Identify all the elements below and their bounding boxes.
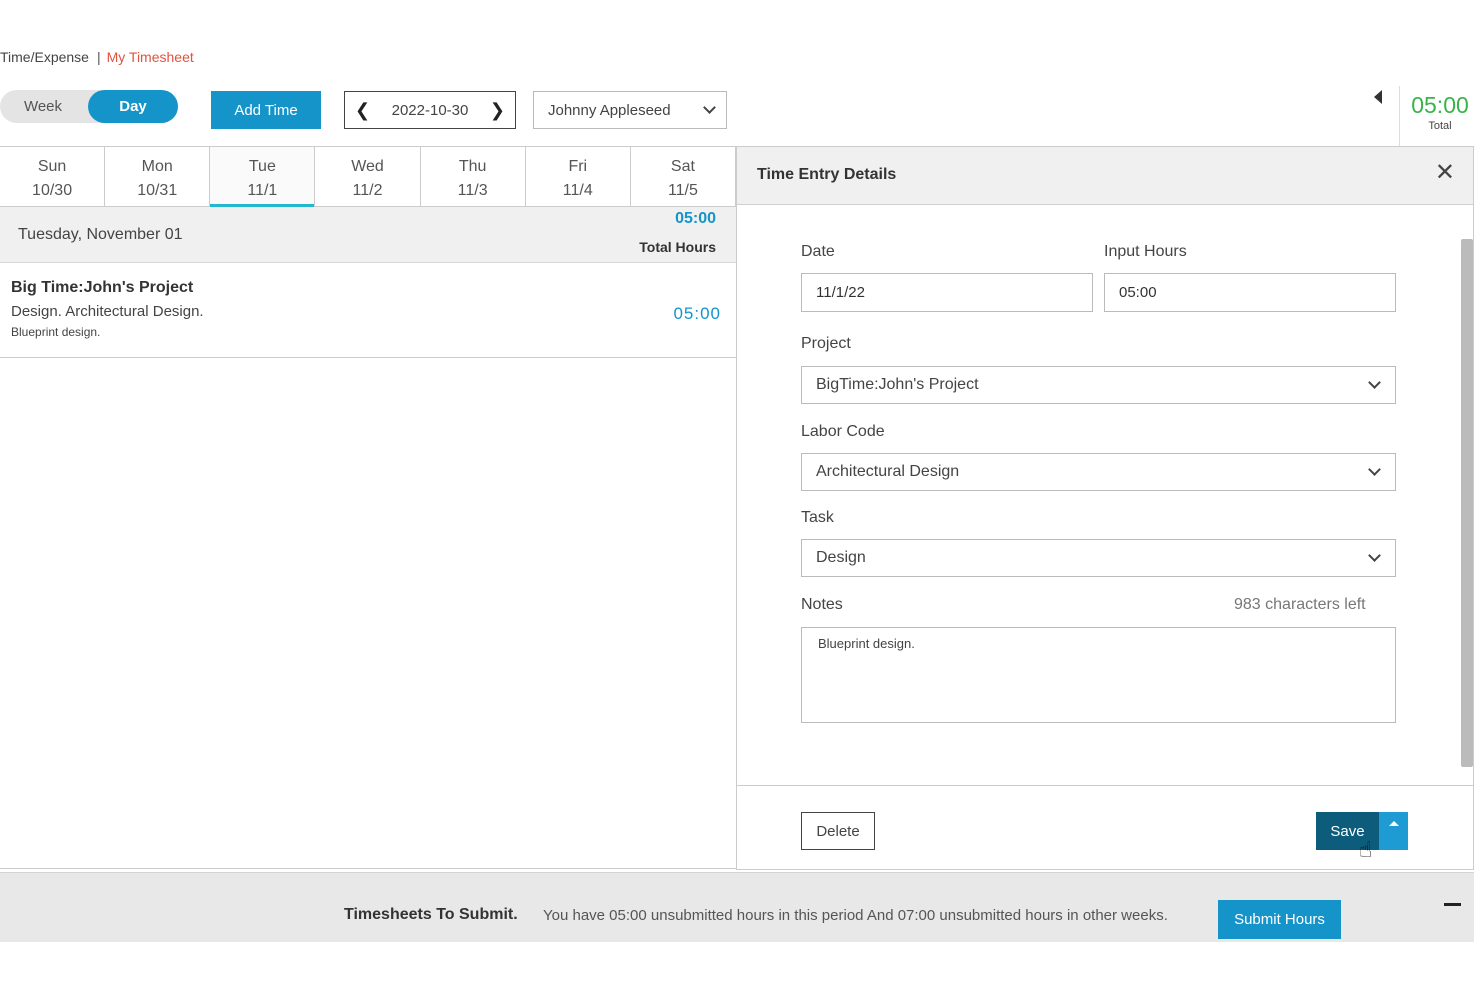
total-hours-value: 05:00 [1411, 92, 1469, 118]
day-date: 10/30 [32, 182, 73, 199]
day-date: 11/1 [247, 182, 278, 199]
entry-description: Design. Architectural Design. [11, 303, 204, 320]
minimize-icon[interactable] [1444, 903, 1461, 906]
panel-header: Time Entry Details ✕ [737, 147, 1473, 205]
submit-bar-label: Timesheets To Submit. [344, 906, 518, 923]
day-summary-date: Tuesday, November 01 [18, 226, 183, 243]
time-entry-details-panel: Time Entry Details ✕ Date 11/1/22 Input … [736, 146, 1474, 870]
chevron-down-icon [1368, 463, 1381, 476]
day-toggle-button[interactable]: Day [88, 90, 178, 123]
close-icon[interactable]: ✕ [1435, 161, 1455, 185]
collapse-left-icon[interactable] [1374, 90, 1382, 104]
task-select[interactable]: Design [801, 539, 1396, 577]
project-label: Project [801, 335, 851, 352]
panel-title: Time Entry Details [757, 166, 897, 183]
day-name: Sun [37, 158, 67, 175]
day-name: Tue [248, 158, 276, 175]
entry-project: Big Time:John's Project [11, 279, 194, 296]
day-tab-thu[interactable]: Thu 11/3 [421, 147, 526, 206]
chevron-down-icon [1368, 376, 1381, 389]
day-name: Thu [458, 158, 487, 175]
date-navigator: ❮ 2022-10-30 ❯ [344, 91, 516, 129]
submit-bar-message: You have 05:00 unsubmitted hours in this… [543, 907, 1168, 924]
day-total-hours: 05:00 [675, 210, 716, 227]
total-hours-summary: 05:00 Total [1399, 86, 1480, 146]
input-hours-label: Input Hours [1104, 243, 1187, 260]
user-select-value: Johnny Appleseed [548, 101, 671, 119]
hand-cursor-icon: ☝ [1359, 837, 1373, 862]
day-tab-wed[interactable]: Wed 11/2 [315, 147, 421, 206]
day-name: Sat [670, 158, 695, 175]
task-select-value: Design [816, 549, 866, 566]
day-tab-sat[interactable]: Sat 11/5 [631, 147, 736, 206]
day-date: 11/3 [457, 182, 488, 199]
day-date: 10/31 [137, 182, 178, 199]
day-tab-tue[interactable]: Tue 11/1 [210, 147, 316, 207]
panel-scrollbar[interactable] [1461, 239, 1473, 767]
panel-footer-divider [737, 785, 1473, 786]
submit-bar: Timesheets To Submit. You have 05:00 uns… [0, 872, 1474, 942]
day-tab-sun[interactable]: Sun 10/30 [0, 147, 106, 206]
task-label: Task [801, 509, 834, 526]
project-select-value: BigTime:John's Project [816, 376, 979, 393]
labor-code-select[interactable]: Architectural Design [801, 453, 1396, 491]
week-toggle-button[interactable]: Week [0, 90, 86, 123]
notes-textarea[interactable]: Blueprint design. [801, 627, 1396, 723]
labor-code-select-value: Architectural Design [816, 463, 960, 480]
notes-label: Notes [801, 596, 843, 613]
breadcrumb-current[interactable]: My Timesheet [107, 49, 194, 65]
week-days-strip: Sun 10/30 Mon 10/31 Tue 11/1 Wed 11/2 Thu 11/… [0, 146, 736, 207]
entry-note: Blueprint design. [11, 325, 101, 339]
breadcrumb-separator: | [96, 49, 101, 65]
chevron-left-icon[interactable]: ❮ [355, 100, 370, 121]
date-field[interactable]: 11/1/22 [801, 273, 1093, 312]
day-date: 11/2 [352, 182, 383, 199]
view-toggle: Week Day [0, 90, 178, 123]
day-tab-fri[interactable]: Fri 11/4 [526, 147, 631, 206]
breadcrumb: Time/Expense | My Timesheet [0, 49, 194, 65]
day-tab-mon[interactable]: Mon 10/31 [105, 147, 211, 206]
day-summary: Tuesday, November 01 05:00 Total Hours [0, 207, 736, 263]
current-date[interactable]: 2022-10-30 [392, 102, 469, 119]
total-hours-label: Total [1428, 120, 1452, 132]
delete-button[interactable]: Delete [801, 812, 875, 850]
input-hours-field[interactable]: 05:00 [1104, 273, 1396, 312]
submit-hours-button[interactable]: Submit Hours [1218, 900, 1341, 939]
day-date: 11/4 [562, 182, 593, 199]
day-date: 11/5 [667, 182, 698, 199]
day-name: Fri [568, 158, 588, 175]
labor-code-label: Labor Code [801, 423, 885, 440]
notes-chars-left: 983 characters left [1234, 596, 1366, 613]
day-name: Wed [351, 158, 384, 175]
chevron-right-icon[interactable]: ❯ [490, 100, 505, 121]
chevron-down-icon [703, 101, 716, 114]
save-options-caret-icon[interactable] [1379, 812, 1408, 850]
time-entry-row[interactable]: Big Time:John's Project Design. Architec… [0, 264, 736, 358]
project-select[interactable]: BigTime:John's Project [801, 366, 1396, 404]
day-name: Mon [141, 158, 173, 175]
date-label: Date [801, 243, 835, 260]
user-select[interactable]: Johnny Appleseed [533, 91, 727, 129]
day-total-hours-label: Total Hours [639, 239, 716, 255]
divider [0, 868, 736, 869]
add-time-button[interactable]: Add Time [211, 91, 321, 129]
breadcrumb-parent[interactable]: Time/Expense [0, 49, 89, 65]
chevron-down-icon [1368, 549, 1381, 562]
entry-hours: 05:00 [673, 304, 721, 323]
